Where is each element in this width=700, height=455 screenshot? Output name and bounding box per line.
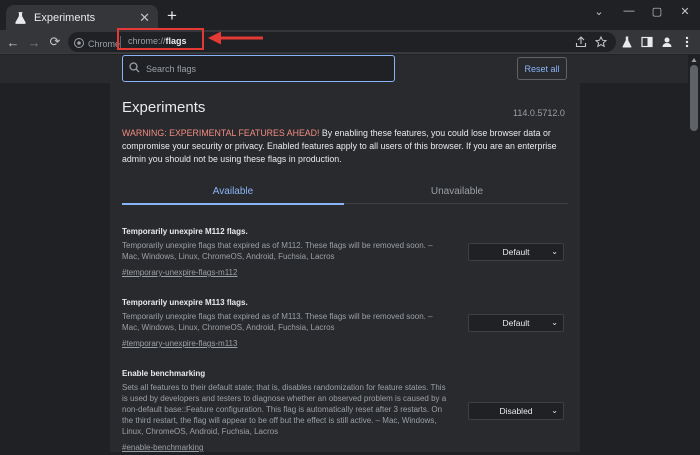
close-window-button[interactable]: ✕ bbox=[673, 2, 697, 20]
share-icon[interactable] bbox=[572, 33, 590, 51]
warning-heading: WARNING: EXPERIMENTAL FEATURES AHEAD! bbox=[122, 128, 320, 138]
search-box[interactable] bbox=[122, 55, 395, 82]
page-title: Experiments bbox=[122, 99, 206, 116]
flag-select-value: Default bbox=[502, 318, 530, 328]
site-info[interactable]: Chrome bbox=[74, 35, 120, 53]
search-input[interactable] bbox=[146, 63, 366, 74]
tab-unavailable[interactable]: Unavailable bbox=[346, 178, 568, 204]
flag-name: Enable benchmarking bbox=[122, 369, 206, 378]
flag-description: Temporarily unexpire flags that expired … bbox=[122, 241, 433, 261]
flag-select[interactable]: Default ⌄ bbox=[468, 314, 564, 332]
flag-select[interactable]: Disabled ⌄ bbox=[468, 402, 564, 420]
tab-search-chevron-icon[interactable]: ⌄ bbox=[587, 2, 611, 20]
flag-name: Temporarily unexpire M112 flags. bbox=[122, 227, 248, 236]
flag-item: Enable benchmarking Sets all features to… bbox=[122, 369, 568, 455]
tab-available[interactable]: Available bbox=[122, 178, 344, 205]
flag-select[interactable]: Default ⌄ bbox=[468, 243, 564, 261]
chevron-down-icon: ⌄ bbox=[551, 318, 558, 327]
scrollbar[interactable] bbox=[688, 55, 700, 452]
flag-select-value: Disabled bbox=[499, 406, 533, 416]
scroll-thumb[interactable] bbox=[690, 65, 698, 131]
tab-title: Experiments bbox=[34, 11, 96, 24]
experiments-flask-icon[interactable] bbox=[618, 33, 636, 51]
chevron-down-icon: ⌄ bbox=[551, 406, 558, 415]
bookmark-star-icon[interactable] bbox=[592, 33, 610, 51]
tab-strip: Experiments ✕ + ⌄ — ▢ ✕ bbox=[0, 0, 700, 30]
chevron-down-icon: ⌄ bbox=[551, 247, 558, 256]
toolbar: ← → ⟳ Chrome chrome://flags bbox=[0, 30, 700, 54]
tab-experiments[interactable]: Experiments ✕ bbox=[6, 5, 158, 30]
flag-name: Temporarily unexpire M113 flags. bbox=[122, 298, 248, 307]
reset-all-button[interactable]: Reset all bbox=[517, 57, 567, 80]
new-tab-button[interactable]: + bbox=[163, 6, 181, 25]
flag-description: Temporarily unexpire flags that expired … bbox=[122, 312, 433, 332]
minimize-button[interactable]: — bbox=[617, 2, 641, 20]
flag-description: Sets all features to their default state… bbox=[122, 383, 447, 436]
profile-avatar-icon[interactable] bbox=[658, 33, 676, 51]
version-label: 114.0.5712.0 bbox=[513, 108, 565, 118]
flask-icon bbox=[14, 11, 26, 24]
scroll-up-arrow-icon[interactable] bbox=[691, 57, 697, 63]
flag-tabs: Available Unavailable bbox=[122, 178, 568, 205]
back-button[interactable]: ← bbox=[4, 33, 22, 51]
menu-kebab-icon[interactable] bbox=[678, 33, 696, 51]
flag-link[interactable]: #enable-benchmarking bbox=[122, 443, 203, 452]
flag-item: Temporarily unexpire M112 flags. Tempora… bbox=[122, 227, 568, 280]
flag-item: Temporarily unexpire M113 flags. Tempora… bbox=[122, 298, 568, 351]
pointer-arrow-icon bbox=[208, 31, 263, 45]
flag-link[interactable]: #temporary-unexpire-flags-m112 bbox=[122, 268, 237, 277]
site-label: Chrome bbox=[88, 39, 121, 49]
forward-button[interactable]: → bbox=[25, 33, 43, 51]
search-icon bbox=[129, 60, 140, 78]
tab-close-icon[interactable]: ✕ bbox=[139, 11, 150, 24]
side-panel-icon[interactable] bbox=[638, 33, 656, 51]
url-highlight-box bbox=[117, 28, 204, 50]
chrome-icon bbox=[74, 35, 84, 53]
reload-button[interactable]: ⟳ bbox=[46, 33, 64, 51]
maximize-button[interactable]: ▢ bbox=[645, 2, 669, 20]
flag-select-value: Default bbox=[502, 247, 530, 257]
warning-text: WARNING: EXPERIMENTAL FEATURES AHEAD! By… bbox=[122, 127, 568, 166]
flag-link[interactable]: #temporary-unexpire-flags-m113 bbox=[122, 339, 237, 348]
